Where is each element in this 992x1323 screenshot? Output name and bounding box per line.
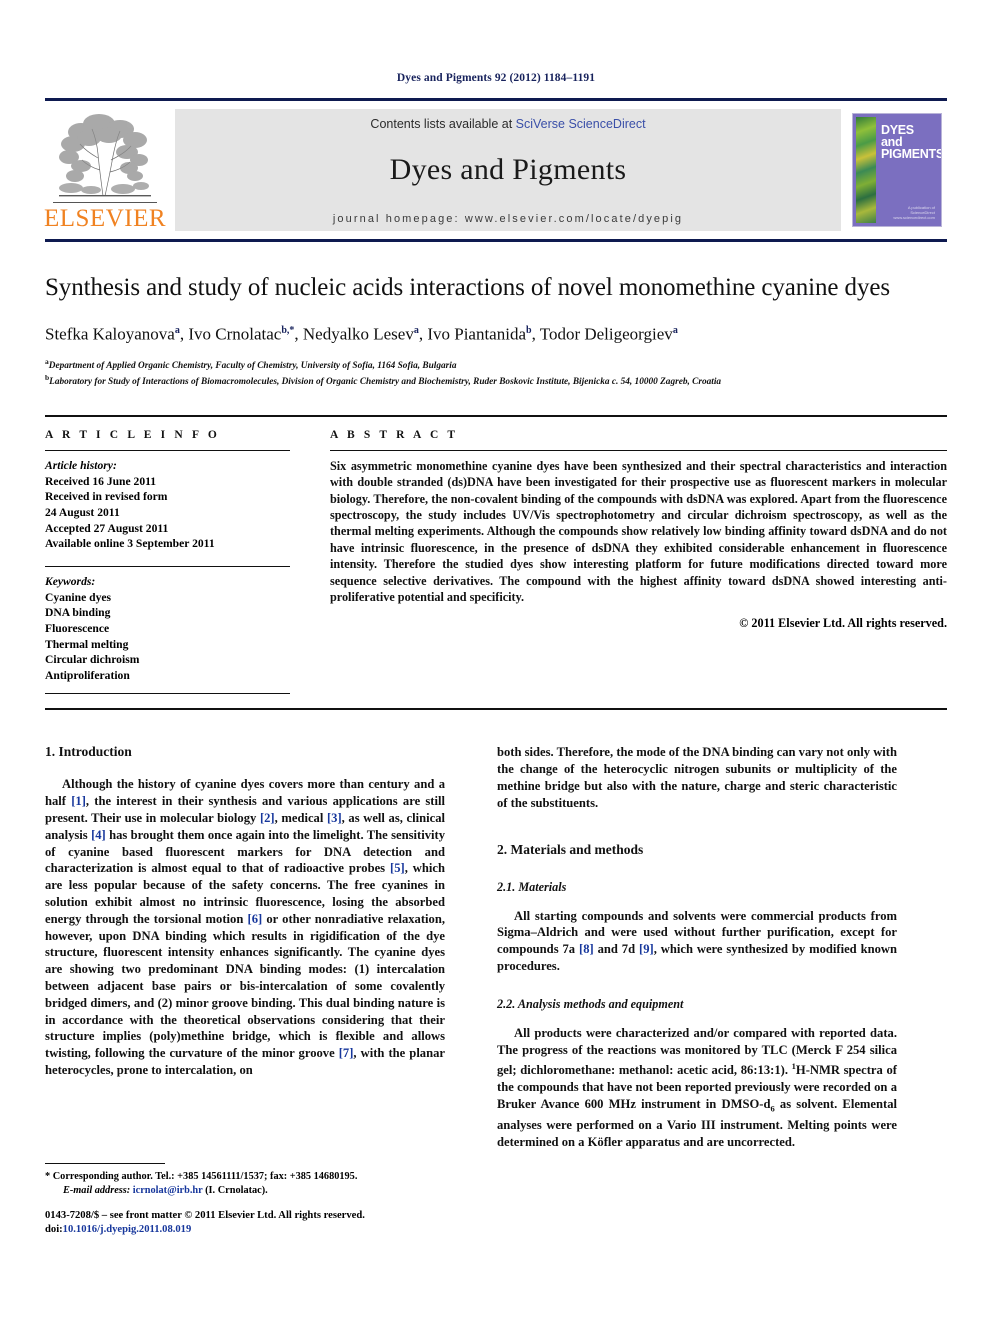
footnote-corresponding-line: * Corresponding author. Tel.: +385 14561… xyxy=(45,1170,445,1184)
affiliation-b: bLaboratory for Study of Interactions of… xyxy=(45,372,947,389)
history-item: Available online 3 September 2011 xyxy=(45,537,215,551)
info-divider-mid xyxy=(45,565,290,567)
keyword-item: Circular dichroism xyxy=(45,653,140,667)
intro-paragraph: Although the history of cyanine dyes cov… xyxy=(45,777,445,1077)
history-item: Accepted 27 August 2011 xyxy=(45,521,169,535)
elsevier-tree-icon xyxy=(51,110,159,202)
paper-title: Synthesis and study of nucleic acids int… xyxy=(45,274,890,301)
article-info-abstract-band: A R T I C L E I N F O Article history: R… xyxy=(45,414,947,711)
continued-paragraph: both sides. Therefore, the mode of the D… xyxy=(497,745,897,810)
title-block: Synthesis and study of nucleic acids int… xyxy=(45,272,947,389)
article-history-list: Received 16 June 2011 Received in revise… xyxy=(45,474,290,552)
abstract-divider xyxy=(330,449,947,451)
journal-title: Dyes and Pigments xyxy=(389,153,627,186)
doi-label: doi: xyxy=(45,1224,63,1235)
cover-image: DYES and PIGMENTS A publication of Scien… xyxy=(852,113,942,227)
citation-link[interactable]: [1] xyxy=(71,794,86,808)
info-divider-top xyxy=(45,449,290,451)
keyword-item: Thermal melting xyxy=(45,637,129,651)
article-info-heading: A R T I C L E I N F O xyxy=(45,428,220,441)
info-divider-bottom xyxy=(45,693,290,695)
subsection-heading-materials: 2.1. Materials xyxy=(497,879,567,894)
keyword-item: Cyanine dyes xyxy=(45,590,112,604)
citation-link[interactable]: [3] xyxy=(327,811,342,825)
journal-masthead: ELSEVIER Contents lists available at Sci… xyxy=(43,98,947,242)
cover-footer-url: www.sciencedirect.com xyxy=(893,215,935,220)
affiliation-text-b: Laboratory for Study of Interactions of … xyxy=(49,377,722,388)
corresponding-author-footnote: * Corresponding author. Tel.: +385 14561… xyxy=(45,1163,445,1197)
history-item: 24 August 2011 xyxy=(45,506,120,520)
subsection-heading-analysis-methods: 2.2. Analysis methods and equipment xyxy=(497,996,684,1011)
article-info-column: A R T I C L E I N F O Article history: R… xyxy=(45,429,308,695)
analysis-paragraph: All products were characterized and/or c… xyxy=(497,1025,897,1150)
abstract-heading: A B S T R A C T xyxy=(330,428,459,441)
elsevier-wordmark: ELSEVIER xyxy=(43,205,167,232)
citation-link[interactable]: [8] xyxy=(579,942,594,956)
keywords-label: Keywords: xyxy=(45,574,96,588)
section-heading-introduction: 1. Introduction xyxy=(45,744,132,760)
keyword-item: DNA binding xyxy=(45,606,111,620)
cover-line-3: PIGMENTS xyxy=(881,147,942,161)
body-columns: 1. Introduction Although the history of … xyxy=(45,744,947,1151)
history-item: Received 16 June 2011 xyxy=(45,474,157,488)
citation-link[interactable]: [5] xyxy=(390,861,405,875)
affiliation-a: aDepartment of Applied Organic Chemistry… xyxy=(45,356,947,373)
contents-prefix: Contents lists available at xyxy=(370,117,516,131)
email-address-link[interactable]: icrnolat@irb.hr xyxy=(133,1185,203,1196)
cover-footer-text: A publication of ScienceDirect www.scien… xyxy=(893,205,935,220)
page-footer: 0143-7208/$ – see front matter © 2011 El… xyxy=(45,1209,475,1237)
sciencedirect-link[interactable]: SciVerse ScienceDirect xyxy=(516,117,646,131)
doi-link[interactable]: 10.1016/j.dyepig.2011.08.019 xyxy=(63,1224,192,1235)
elsevier-rule xyxy=(53,202,157,203)
footnote-star: * xyxy=(45,1171,51,1182)
affiliation-text-a: Department of Applied Organic Chemistry,… xyxy=(48,360,457,371)
nmr-superscript: 1 xyxy=(791,1061,796,1072)
footnote-divider xyxy=(45,1163,165,1164)
materials-paragraph: All starting compounds and solvents were… xyxy=(497,908,897,973)
keywords-list: Cyanine dyes DNA binding Fluorescence Th… xyxy=(45,590,290,684)
citation-link[interactable]: [4] xyxy=(91,828,106,842)
history-item: Received in revised form xyxy=(45,490,168,504)
citation-link[interactable]: [7] xyxy=(339,1046,354,1060)
author-list: Stefka Kaloyanovaa, Ivo Crnolatacb,*, Ne… xyxy=(45,324,678,344)
abstract-copyright: © 2011 Elsevier Ltd. All rights reserved… xyxy=(739,615,947,630)
citation-link[interactable]: [6] xyxy=(248,912,263,926)
footnote-email-line: E-mail address: icrnolat@irb.hr (I. Crno… xyxy=(45,1184,445,1198)
doi-line: doi:10.1016/j.dyepig.2011.08.019 xyxy=(45,1223,475,1237)
dmso-subscript: 6 xyxy=(770,1103,775,1114)
cover-title-text: DYES and PIGMENTS xyxy=(881,124,942,161)
section-heading-materials-and-methods: 2. Materials and methods xyxy=(497,841,644,857)
footnote-corresponding-text: Corresponding author. Tel.: +385 1456111… xyxy=(52,1171,358,1182)
article-history-label: Article history: xyxy=(45,458,117,472)
abstract-text: Six asymmetric monomethine cyanine dyes … xyxy=(330,458,947,605)
keyword-item: Antiproliferation xyxy=(45,668,130,682)
elsevier-logo: ELSEVIER xyxy=(43,105,167,235)
cover-art-strip xyxy=(856,117,876,223)
citation-link[interactable]: [2] xyxy=(260,811,275,825)
abstract-column: A B S T R A C T Six asymmetric monomethi… xyxy=(308,429,947,695)
email-owner: (I. Crnolatac). xyxy=(205,1184,268,1196)
running-head: Dyes and Pigments 92 (2012) 1184–1191 xyxy=(396,72,596,84)
journal-homepage-link[interactable]: journal homepage: www.elsevier.com/locat… xyxy=(333,213,683,225)
email-address-label: E-mail address: xyxy=(63,1184,131,1196)
journal-band: Contents lists available at SciVerse Sci… xyxy=(175,109,841,231)
issn-copyright-line: 0143-7208/$ – see front matter © 2011 El… xyxy=(45,1210,365,1221)
contents-available-line: Contents lists available at SciVerse Sci… xyxy=(370,117,645,131)
body-column-right: both sides. Therefore, the mode of the D… xyxy=(497,744,897,1151)
keyword-item: Fluorescence xyxy=(45,622,110,635)
citation-link[interactable]: [9] xyxy=(639,942,654,956)
journal-cover-thumbnail: DYES and PIGMENTS A publication of Scien… xyxy=(847,105,947,235)
affiliation-list: aDepartment of Applied Organic Chemistry… xyxy=(45,356,947,389)
body-column-left: 1. Introduction Although the history of … xyxy=(45,744,445,1151)
